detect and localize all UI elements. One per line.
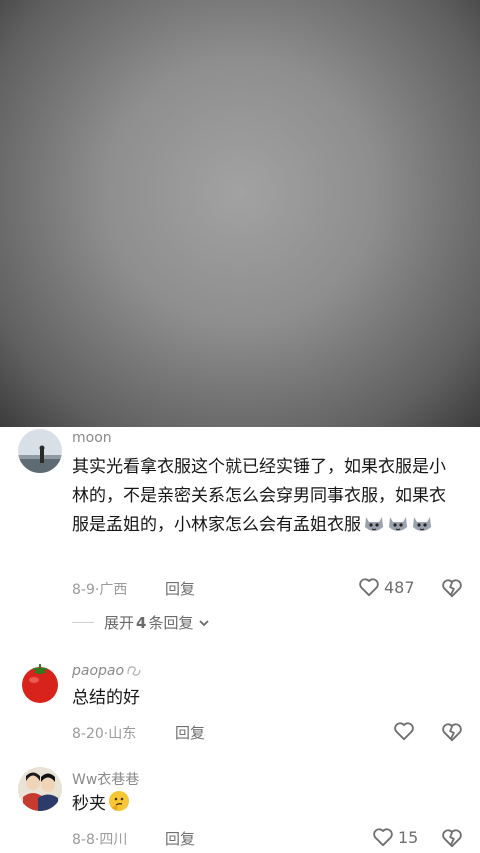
comment-location: 山东 bbox=[108, 726, 137, 742]
divider bbox=[72, 622, 94, 623]
comment-meta: 8-8·四川 bbox=[72, 832, 128, 848]
comment-body: 秒夹 bbox=[72, 794, 106, 814]
expand-suffix: 条回复 bbox=[148, 614, 194, 632]
comment-text: 其实光看拿衣服这个就已经实锤了，如果衣服是小林的，不是亲密关系怎么会穿男同事衣服… bbox=[72, 453, 460, 540]
broken-heart-icon[interactable] bbox=[441, 828, 463, 848]
comment-text: 总结的好 bbox=[72, 688, 140, 708]
heart-icon bbox=[373, 828, 393, 847]
heart-icon bbox=[394, 722, 414, 741]
comment-date: 8-20 bbox=[72, 726, 104, 742]
cat-face-emoji bbox=[413, 517, 431, 531]
video-area[interactable] bbox=[0, 0, 480, 427]
comment-username[interactable]: paopao bbox=[72, 663, 142, 679]
avatar[interactable] bbox=[18, 767, 62, 811]
comment-location: 广西 bbox=[99, 582, 128, 598]
comment-item: paopao 总结的好 8-20·山东 回复 bbox=[0, 661, 480, 761]
comment-date: 8-8 bbox=[72, 832, 95, 848]
comment-date: 8-9 bbox=[72, 582, 95, 598]
expand-count: 4 bbox=[136, 613, 147, 632]
like-button[interactable] bbox=[393, 721, 415, 741]
broken-heart-icon[interactable] bbox=[441, 578, 463, 598]
like-count: 15 bbox=[398, 827, 419, 847]
comment-username[interactable]: Ww衣巷巷 bbox=[72, 769, 139, 789]
like-button[interactable]: 15 bbox=[372, 827, 418, 847]
comment-location: 四川 bbox=[99, 832, 128, 848]
cat-face-emoji bbox=[365, 517, 383, 531]
reply-button[interactable]: 回复 bbox=[165, 828, 195, 849]
comment-item: Ww衣巷巷 秒夹 8-8·四川 回复 15 bbox=[0, 767, 480, 853]
comment-meta: 8-20·山东 bbox=[72, 726, 137, 742]
comment-meta: 8-9·广西 bbox=[72, 582, 128, 598]
expand-prefix: 展开 bbox=[104, 614, 135, 632]
thinking-face-emoji bbox=[109, 791, 129, 811]
reply-button[interactable]: 回复 bbox=[165, 578, 195, 599]
heart-icon bbox=[359, 578, 379, 597]
comment-list: moon 其实光看拿衣服这个就已经实锤了，如果衣服是小林的，不是亲密关系怎么会穿… bbox=[0, 427, 480, 853]
comment-username[interactable]: moon bbox=[72, 430, 112, 446]
like-button[interactable]: 487 bbox=[358, 577, 415, 597]
avatar[interactable] bbox=[18, 429, 62, 473]
reply-button[interactable]: 回复 bbox=[175, 722, 205, 743]
expand-replies-button[interactable]: 展开 4 条回复 bbox=[72, 612, 211, 633]
comment-item: moon 其实光看拿衣服这个就已经实锤了，如果衣服是小林的，不是亲密关系怎么会穿… bbox=[0, 427, 480, 647]
broken-heart-icon[interactable] bbox=[441, 722, 463, 742]
like-count: 487 bbox=[384, 577, 415, 597]
decoration-badge-icon bbox=[127, 666, 141, 676]
chevron-down-icon bbox=[199, 619, 210, 626]
avatar[interactable] bbox=[18, 661, 62, 705]
cat-face-emoji bbox=[389, 517, 407, 531]
comment-text: 秒夹 bbox=[72, 790, 460, 819]
